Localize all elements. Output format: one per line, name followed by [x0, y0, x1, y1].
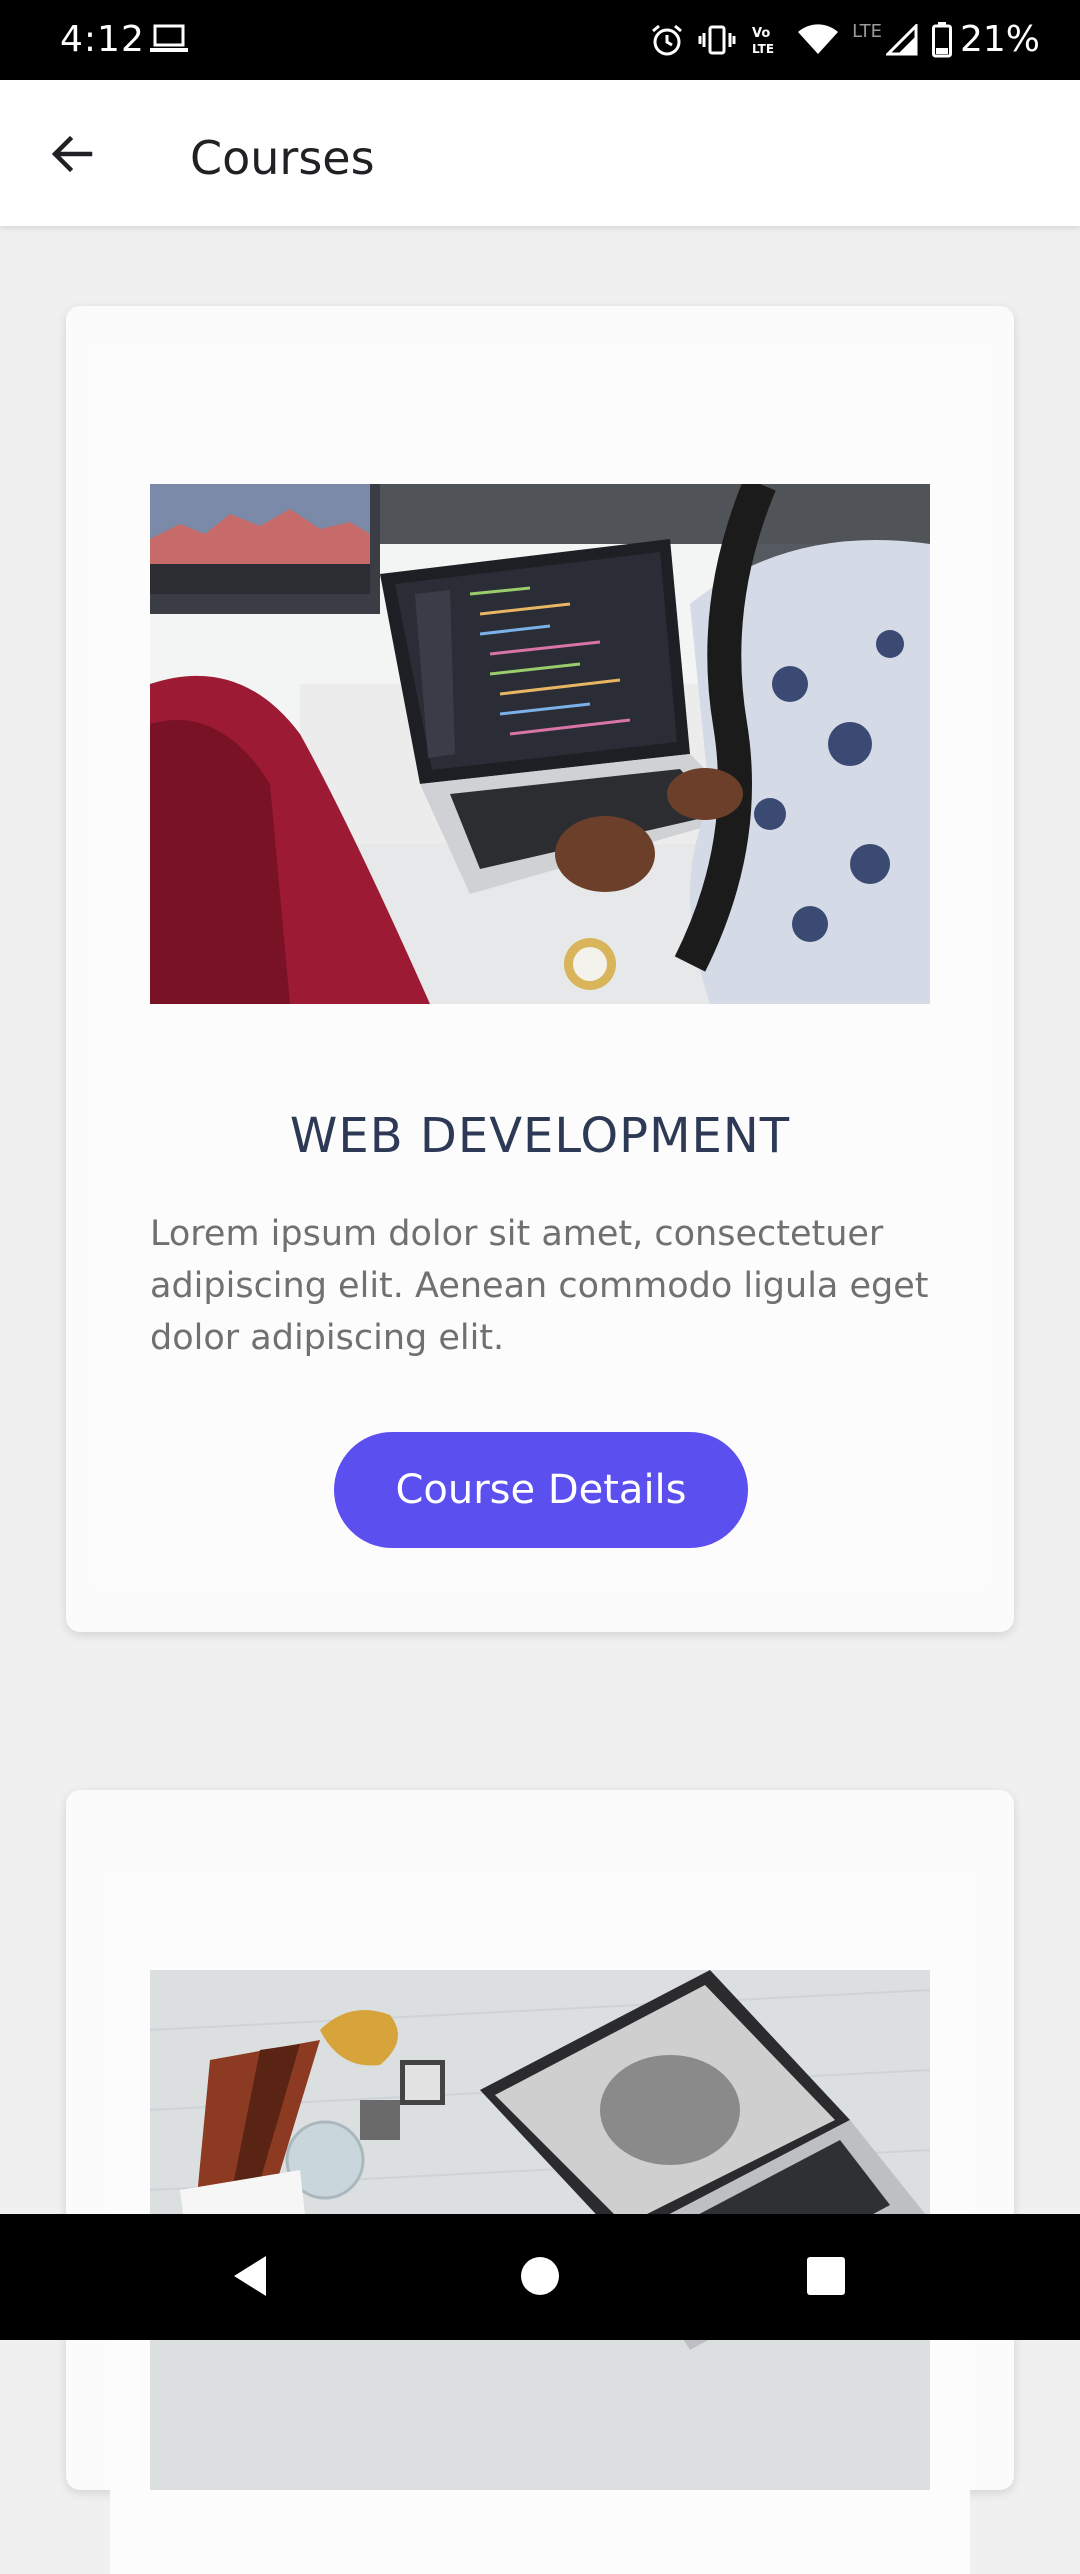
- alarm-icon: [650, 23, 684, 57]
- status-time: 4:12: [60, 19, 145, 60]
- svg-text:LTE: LTE: [752, 42, 774, 56]
- course-details-button[interactable]: Course Details: [334, 1432, 748, 1548]
- svg-text:Vo: Vo: [752, 26, 770, 41]
- signal-icon: [885, 24, 918, 56]
- vibrate-icon: [698, 25, 736, 55]
- app-bar: Courses: [0, 80, 1080, 226]
- course-card: [66, 1790, 1014, 2574]
- volte-icon: Vo LTE: [750, 23, 784, 57]
- nav-back-icon: [230, 2254, 270, 2302]
- course-card: WEB DEVELOPMENT Lorem ipsum dolor sit am…: [66, 306, 1014, 1632]
- nav-recents-icon: [806, 2256, 846, 2300]
- course-title: WEB DEVELOPMENT: [289, 1108, 791, 1164]
- navigation-bar: [0, 2214, 1080, 2340]
- arrow-back-icon: [48, 130, 96, 182]
- battery-percent: 21%: [959, 19, 1040, 60]
- nav-home-button[interactable]: [512, 2250, 568, 2306]
- wifi-icon: [798, 24, 839, 56]
- back-button[interactable]: [36, 120, 108, 192]
- status-bar: 4:12 Vo LTE LTE 21%: [0, 0, 1080, 80]
- page-title: Courses: [190, 131, 375, 185]
- battery-icon: [931, 22, 952, 58]
- status-icons: Vo LTE LTE 21%: [650, 14, 1040, 66]
- laptop-icon: [150, 24, 188, 58]
- nav-home-icon: [520, 2256, 560, 2300]
- nav-recents-button[interactable]: [798, 2250, 854, 2306]
- course-description: Lorem ipsum dolor sit amet, consectetuer…: [150, 1214, 929, 1358]
- nav-back-button[interactable]: [222, 2250, 278, 2306]
- course-image: [150, 484, 930, 1004]
- network-type-label: LTE: [852, 20, 882, 42]
